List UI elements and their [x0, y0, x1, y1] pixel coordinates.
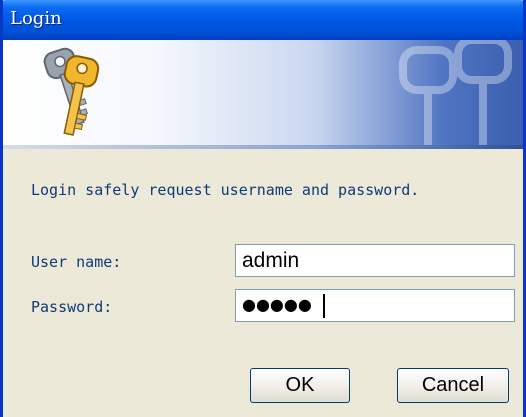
username-input[interactable] [235, 244, 515, 277]
login-form: Login safely request username and passwo… [3, 149, 523, 417]
keys-watermark-icon [399, 40, 512, 145]
password-masked-value: ●●●●● [242, 295, 312, 314]
title-bar[interactable]: Login [3, 0, 523, 40]
username-label: User name: [31, 253, 122, 271]
login-prompt-text: Login safely request username and passwo… [31, 181, 420, 199]
login-dialog: Login Login safely request username and … [0, 0, 526, 417]
text-caret [323, 294, 325, 318]
ok-button[interactable]: OK [250, 368, 350, 403]
keys-icon [43, 47, 100, 136]
window-title: Login [10, 8, 62, 29]
password-label: Password: [31, 298, 113, 316]
header-banner [3, 40, 523, 145]
cancel-button[interactable]: Cancel [397, 368, 509, 403]
password-input[interactable]: ●●●●● [235, 289, 515, 322]
